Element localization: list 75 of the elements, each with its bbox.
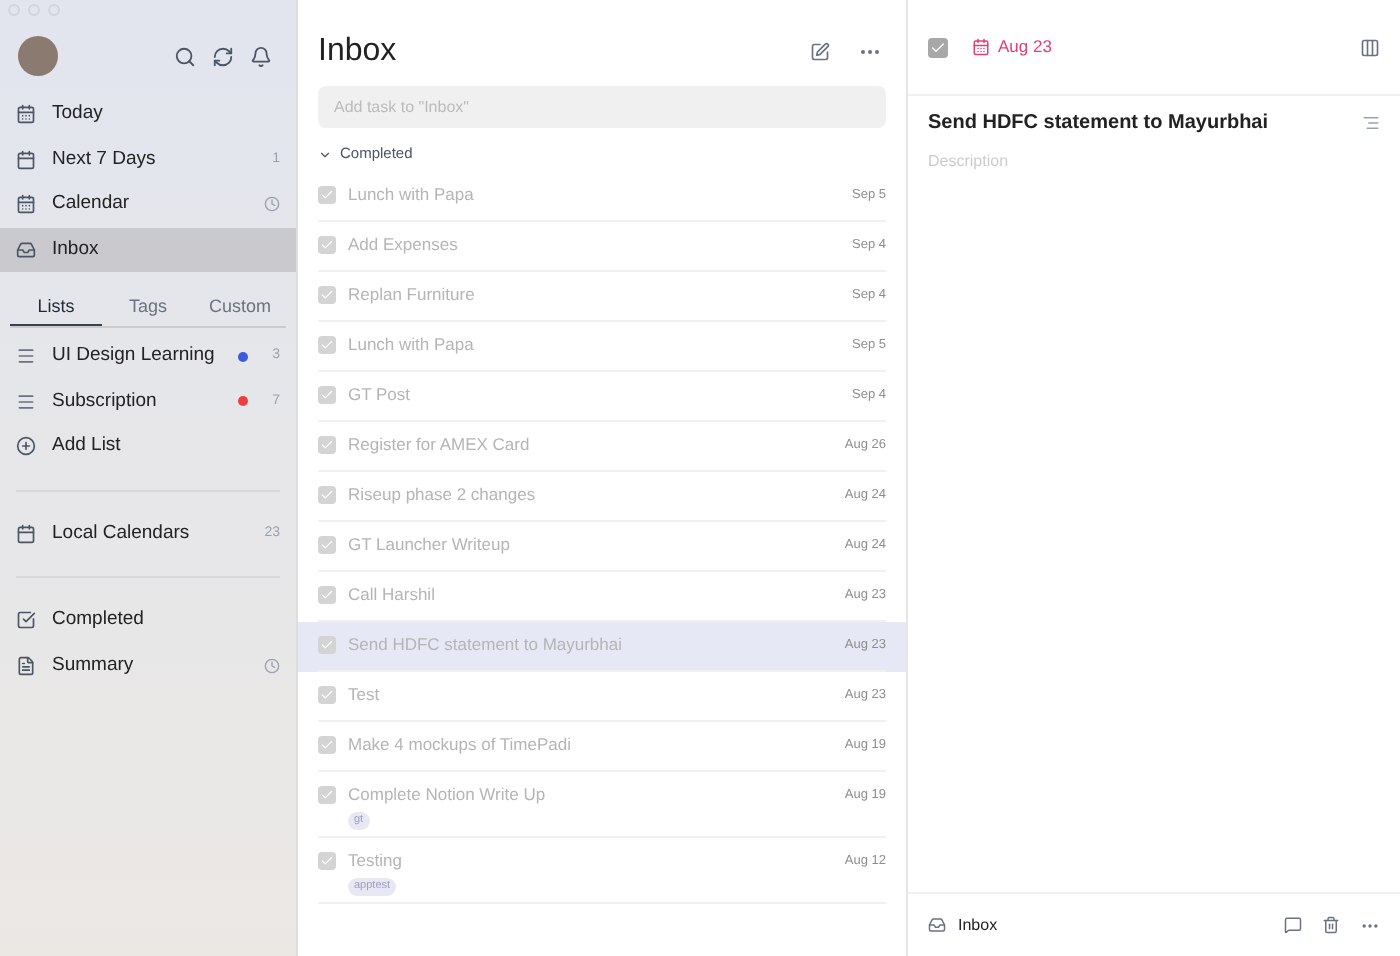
task-checkbox[interactable] [318,336,336,354]
nav-label: Inbox [52,235,101,264]
task-checkbox[interactable] [318,436,336,454]
plus-icon [16,436,36,457]
comment-icon[interactable] [1284,916,1302,934]
task-checkbox[interactable] [318,486,336,504]
nav-label: Next 7 Days [52,145,158,174]
task-checkbox[interactable] [318,236,336,254]
avatar[interactable] [18,36,58,76]
nav-label: Calendar [52,190,132,219]
calendar-icon [16,104,36,125]
list-label: UI Design Learning [52,342,217,371]
task-title: Riseup phase 2 changes [348,484,538,506]
task-title: Test [348,684,382,706]
calendar-icon [16,523,36,544]
calendar-icon [972,38,990,56]
search-icon[interactable] [174,45,196,67]
clock-icon [264,196,280,213]
task-title: GT Launcher Writeup [348,534,512,556]
task-checkbox[interactable] [318,536,336,554]
edit-icon[interactable] [810,42,830,62]
task-checkbox[interactable] [318,286,336,304]
clock-icon [264,657,280,674]
nav-item[interactable]: Summary [0,643,296,688]
task-title: Add Expenses [348,234,460,256]
list-label: Subscription [52,387,159,416]
text-align-icon[interactable] [1362,114,1380,132]
nav-item[interactable]: Today [0,92,296,137]
sidebar-tab[interactable]: Lists [10,290,102,326]
add-list-label: Add List [52,432,121,461]
sync-icon[interactable] [212,45,234,67]
task-checkbox[interactable] [318,786,336,804]
list-title: Inbox [318,32,399,72]
due-date[interactable]: Aug 23 [998,34,1360,60]
delete-icon[interactable] [1322,916,1340,934]
task-checkbox[interactable] [318,636,336,654]
task-checkbox[interactable] [318,736,336,754]
checkbox-icon [16,610,36,631]
task-detail-title: Send HDFC statement to Mayurbhai [928,110,1271,138]
task-title: Register for AMEX Card [348,434,532,456]
nav-item[interactable]: Calendar [0,182,296,227]
task-checkbox[interactable] [318,386,336,404]
nav-label: Local Calendars [52,519,192,548]
columns-icon[interactable] [1360,37,1380,57]
task-title: Lunch with Papa [348,334,476,356]
task-title: Lunch with Papa [348,184,476,206]
add-list-button[interactable]: Add List [0,424,296,469]
task-title: Replan Furniture [348,284,477,306]
document-icon [16,655,36,676]
task-checkbox[interactable] [318,186,336,204]
calendar-icon [16,149,36,170]
inbox-icon [16,239,36,260]
nav-item[interactable]: Completed [0,598,296,643]
task-checkbox[interactable] [318,852,336,870]
task-title: Call Harshil [348,584,437,606]
task-checkbox[interactable] [928,37,948,57]
task-title: Testing [348,850,404,872]
list-icon [16,391,36,412]
task-title: Make 4 mockups of TimePadi [348,734,573,756]
nav-label: Completed [52,606,146,635]
nav-label: Today [52,100,105,129]
task-title: Complete Notion Write Up [348,784,548,806]
task-title: GT Post [348,384,413,406]
task-checkbox[interactable] [318,686,336,704]
nav-item[interactable]: Inbox [0,227,296,272]
list-icon [16,346,36,367]
nav-label: Summary [52,651,136,680]
list-selector[interactable]: Inbox [958,913,1284,937]
inbox-icon [928,916,946,934]
sidebar-tab[interactable]: Custom [194,290,286,326]
sidebar-tab[interactable]: Tags [102,290,194,326]
calendar-icon [16,194,36,215]
task-title: Send HDFC statement to Mayurbhai [348,634,625,656]
notification-icon[interactable] [250,45,272,67]
task-checkbox[interactable] [318,586,336,604]
